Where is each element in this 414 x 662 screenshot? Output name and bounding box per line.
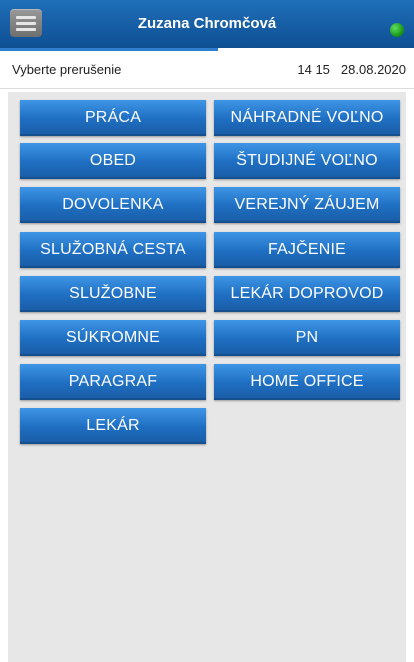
home-office-button[interactable]: HOME OFFICE (214, 364, 400, 400)
paragraf-button[interactable]: PARAGRAF (20, 364, 206, 400)
sukromne-button[interactable]: SÚKROMNE (20, 320, 206, 356)
subheader: Vyberte prerušenie 14 15 28.08.2020 (0, 51, 414, 89)
current-time: 14 15 (297, 62, 330, 77)
nahradne-volno-button[interactable]: NÁHRADNÉ VOĽNO (214, 100, 400, 136)
app-screen: Zuzana Chromčová Vyberte prerušenie 14 1… (0, 0, 414, 662)
user-name: Zuzana Chromčová (137, 15, 277, 32)
top-bar: Zuzana Chromčová (0, 0, 414, 48)
interruption-button-grid: PRÁCA NÁHRADNÉ VOĽNO OBED ŠTUDIJNÉ VOĽNO… (8, 92, 406, 662)
studijne-volno-button[interactable]: ŠTUDIJNÉ VOĽNO (214, 143, 400, 179)
current-date: 28.08.2020 (340, 62, 406, 77)
verejny-zaujem-button[interactable]: VEREJNÝ ZÁUJEM (214, 187, 400, 223)
datetime: 14 15 28.08.2020 (297, 62, 406, 77)
lekar-doprovod-button[interactable]: LEKÁR DOPROVOD (214, 276, 400, 312)
interruption-prompt: Vyberte prerušenie (12, 62, 122, 77)
lekar-button[interactable]: LEKÁR (20, 408, 206, 444)
dovolenka-button[interactable]: DOVOLENKA (20, 187, 206, 223)
obed-button[interactable]: OBED (20, 143, 206, 179)
sluzobna-cesta-button[interactable]: SLUŽOBNÁ CESTA (20, 232, 206, 268)
praca-button[interactable]: PRÁCA (20, 100, 206, 136)
pn-button[interactable]: PN (214, 320, 400, 356)
fajcenie-button[interactable]: FAJČENIE (214, 232, 400, 268)
sluzobne-button[interactable]: SLUŽOBNE (20, 276, 206, 312)
online-status-icon (390, 23, 404, 37)
